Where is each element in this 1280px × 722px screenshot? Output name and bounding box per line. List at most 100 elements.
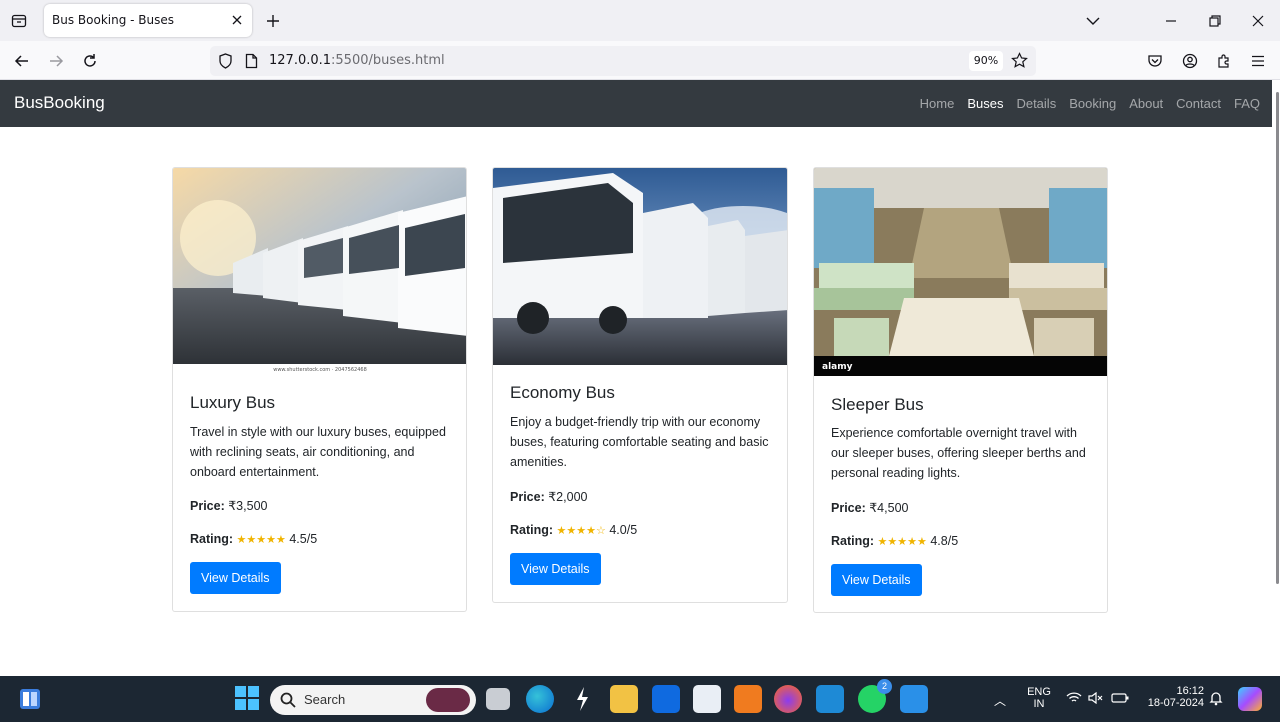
menu-hamburger-icon[interactable] <box>1246 49 1270 73</box>
clock-date: 18-07-2024 <box>1147 697 1204 709</box>
rating-stars-icon: ★★★★★ <box>877 536 927 548</box>
browser-tab-strip: Bus Booking - Buses <box>0 0 1280 41</box>
terminal-app-icon[interactable] <box>568 685 596 713</box>
back-arrow-icon[interactable] <box>10 49 34 73</box>
price-label: Price: <box>831 501 866 515</box>
bus-card-economy: Economy Bus Enjoy a budget-friendly trip… <box>492 167 788 603</box>
pocket-icon[interactable] <box>1143 49 1167 73</box>
view-details-button[interactable]: View Details <box>831 564 922 596</box>
card-title: Luxury Bus <box>190 393 276 412</box>
rating-stars-icon: ★★★★☆ <box>556 525 606 537</box>
tab-overflow-chevron-icon[interactable] <box>1082 10 1104 32</box>
image-caption: www.shutterstock.com · 2047562468 <box>273 367 367 373</box>
tab-list-icon[interactable] <box>8 10 30 32</box>
tray-chevron-icon[interactable]: ︿ <box>994 692 1006 709</box>
page-icon <box>245 53 258 73</box>
tab-close-icon[interactable] <box>228 11 246 29</box>
card-price: Price: ₹4,500 <box>831 500 908 515</box>
account-icon[interactable] <box>1178 49 1202 73</box>
nav-link-home[interactable]: Home <box>920 96 955 111</box>
card-title: Sleeper Bus <box>831 395 924 414</box>
image-watermark: alamy <box>822 362 853 372</box>
file-explorer-icon[interactable] <box>610 685 638 713</box>
copilot-icon[interactable] <box>1238 687 1262 711</box>
language-indicator[interactable]: ENG IN <box>1024 686 1054 710</box>
nav-link-booking[interactable]: Booking <box>1069 96 1116 111</box>
vscode-icon[interactable] <box>816 685 844 713</box>
site-navbar: BusBooking Home Buses Details Booking Ab… <box>0 80 1272 127</box>
firefox-icon[interactable] <box>774 685 802 713</box>
bus-card-luxury: www.shutterstock.com · 2047562468 Luxury… <box>172 167 467 612</box>
zoom-level-badge[interactable]: 90% <box>969 51 1003 71</box>
site-menu: Home Buses Details Booking About Contact… <box>907 96 1260 111</box>
site-brand[interactable]: BusBooking <box>14 93 105 113</box>
view-details-button[interactable]: View Details <box>510 553 601 585</box>
price-label: Price: <box>190 499 225 513</box>
clock-time: 16:12 <box>1176 685 1204 697</box>
nav-link-details[interactable]: Details <box>1016 96 1056 111</box>
reload-icon[interactable] <box>78 49 102 73</box>
battery-icon[interactable] <box>1111 692 1129 707</box>
url-host: 127.0.0.1 <box>269 53 332 68</box>
url-text[interactable]: 127.0.0.1:5500/buses.html <box>269 53 445 68</box>
edge-browser-icon[interactable] <box>526 685 554 713</box>
nav-link-faq[interactable]: FAQ <box>1234 96 1260 111</box>
price-value: ₹4,500 <box>869 501 909 515</box>
rating-label: Rating: <box>831 534 875 548</box>
bus-card-sleeper: alamy Sleeper Bus Experience comfortable… <box>813 167 1108 613</box>
rating-value: 4.5/5 <box>289 532 318 546</box>
card-description: Enjoy a budget-friendly trip with our ec… <box>510 415 769 469</box>
page-scrollbar[interactable] <box>1276 92 1279 584</box>
price-value: ₹2,000 <box>548 490 588 504</box>
wifi-icon[interactable] <box>1066 692 1082 707</box>
xampp-icon[interactable] <box>734 685 762 713</box>
shield-icon[interactable] <box>218 53 233 73</box>
region-code: IN <box>1033 698 1045 710</box>
luxury-bus-image: www.shutterstock.com · 2047562468 <box>173 168 466 374</box>
taskbar-search-input[interactable]: Search <box>270 685 476 715</box>
card-price: Price: ₹2,000 <box>510 489 587 504</box>
start-windows-icon[interactable] <box>234 685 262 713</box>
card-rating: Rating: ★★★★☆ 4.0/5 <box>510 523 637 537</box>
sleeper-bus-image: alamy <box>814 168 1107 376</box>
whatsapp-badge: 2 <box>877 679 892 694</box>
rating-stars-icon: ★★★★★ <box>236 534 286 546</box>
forward-arrow-icon[interactable] <box>44 49 68 73</box>
url-path: :5500/buses.html <box>331 53 445 68</box>
search-placeholder: Search <box>304 692 346 707</box>
card-title: Economy Bus <box>510 383 615 402</box>
price-value: ₹3,500 <box>228 499 268 513</box>
nav-link-contact[interactable]: Contact <box>1176 96 1221 111</box>
search-icon <box>280 692 296 712</box>
card-rating: Rating: ★★★★★ 4.5/5 <box>190 532 317 546</box>
rating-value: 4.8/5 <box>930 534 959 548</box>
task-view-icon[interactable] <box>486 688 510 710</box>
browser-tab[interactable]: Bus Booking - Buses <box>44 4 252 37</box>
view-details-button[interactable]: View Details <box>190 562 281 594</box>
card-description: Travel in style with our luxury buses, e… <box>190 425 446 479</box>
dropbox-icon[interactable] <box>652 685 680 713</box>
store-icon[interactable] <box>693 685 721 713</box>
notification-bell-icon[interactable] <box>1208 690 1224 709</box>
address-bar[interactable]: 127.0.0.1:5500/buses.html 90% <box>210 46 1036 76</box>
card-price: Price: ₹3,500 <box>190 498 267 513</box>
rating-value: 4.0/5 <box>609 523 638 537</box>
clock[interactable]: 16:12 18-07-2024 <box>1140 685 1204 709</box>
nav-link-about[interactable]: About <box>1129 96 1163 111</box>
card-description: Experience comfortable overnight travel … <box>831 426 1086 480</box>
bookmark-star-icon[interactable] <box>1011 52 1028 73</box>
nav-link-buses[interactable]: Buses <box>967 96 1003 111</box>
windows-taskbar: Search 2 ︿ ENG IN 16:12 18-07-2024 <box>0 676 1280 722</box>
new-tab-icon[interactable] <box>262 10 284 32</box>
extensions-icon[interactable] <box>1212 49 1236 73</box>
close-window-icon[interactable] <box>1247 10 1269 32</box>
restore-icon[interactable] <box>1204 10 1226 32</box>
tab-title: Bus Booking - Buses <box>52 13 175 27</box>
minimize-icon[interactable] <box>1160 10 1182 32</box>
photos-icon[interactable] <box>900 685 928 713</box>
rating-label: Rating: <box>190 532 234 546</box>
whatsapp-icon[interactable]: 2 <box>858 679 892 713</box>
lang-code: ENG <box>1027 686 1051 698</box>
widgets-icon[interactable] <box>18 687 42 711</box>
volume-mute-icon[interactable] <box>1088 691 1104 707</box>
